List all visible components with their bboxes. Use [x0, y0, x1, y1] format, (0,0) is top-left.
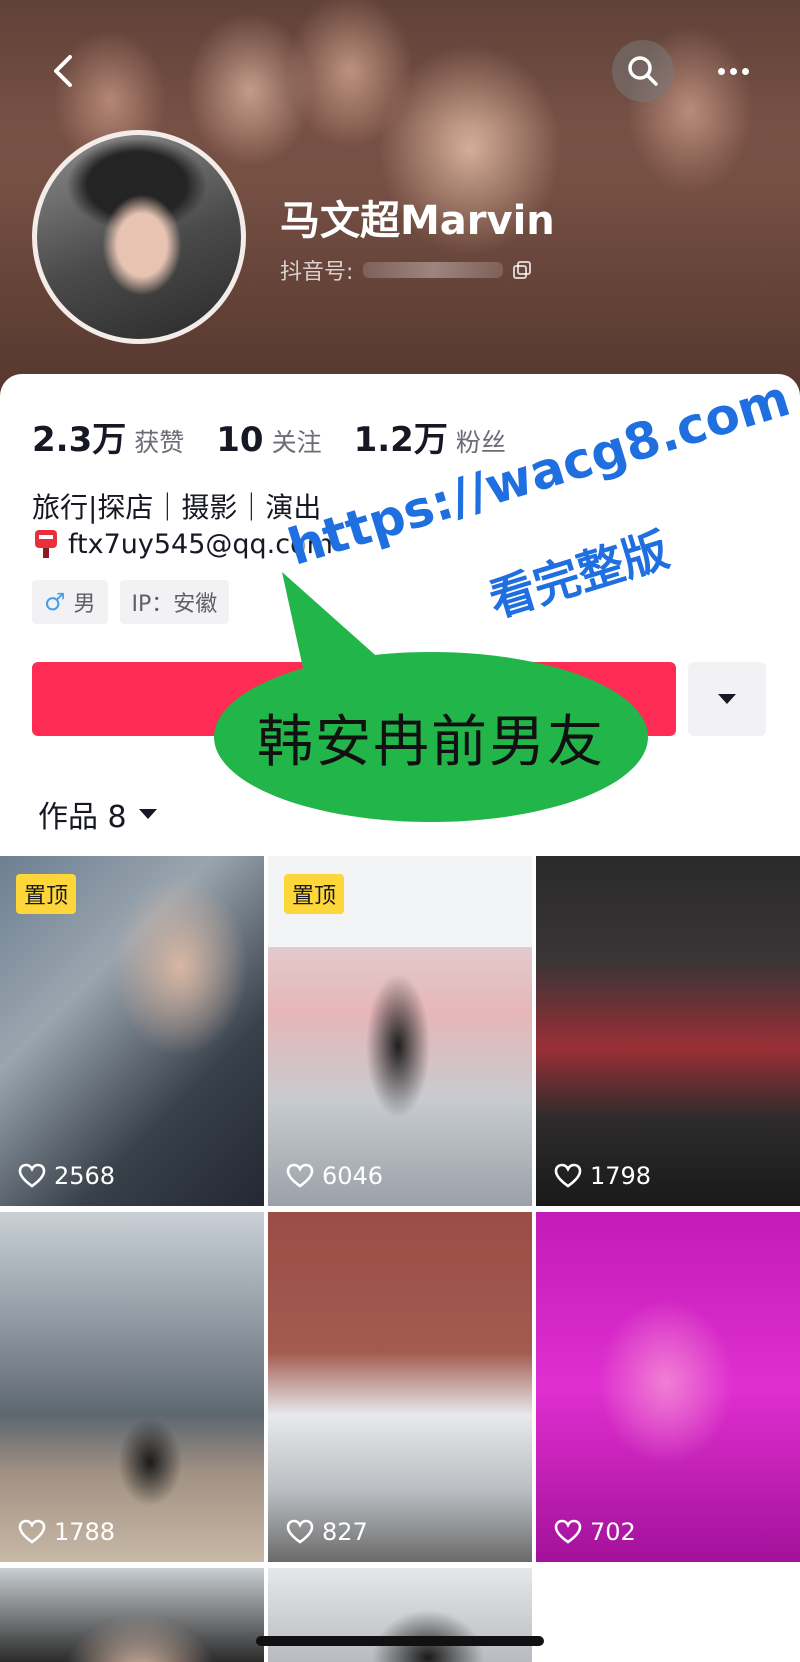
like-count: 6046: [286, 1162, 383, 1190]
like-count: 2568: [18, 1162, 115, 1190]
like-count-value: 702: [590, 1518, 636, 1546]
video-thumbnail[interactable]: 702: [536, 1212, 800, 1562]
like-count-value: 6046: [322, 1162, 384, 1190]
annotation-text: 韩安冉前男友: [257, 709, 605, 775]
like-count: 1788: [18, 1518, 115, 1546]
heart-icon: [554, 1163, 582, 1188]
like-count-value: 1788: [54, 1518, 116, 1546]
video-thumbnail[interactable]: 置顶 2568: [0, 856, 264, 1206]
like-count: 827: [286, 1518, 368, 1546]
video-thumbnail[interactable]: 1798: [536, 856, 800, 1206]
heart-icon: [18, 1519, 46, 1544]
video-thumbnail[interactable]: [0, 1568, 264, 1662]
like-count: 702: [554, 1518, 636, 1546]
heart-icon: [18, 1163, 46, 1188]
video-thumbnail[interactable]: [268, 1568, 532, 1662]
heart-icon: [286, 1519, 314, 1544]
video-thumbnail[interactable]: 置顶 6046: [268, 856, 532, 1206]
like-count-value: 2568: [54, 1162, 116, 1190]
video-thumbnail[interactable]: 1788: [0, 1212, 264, 1562]
like-count: 1798: [554, 1162, 651, 1190]
heart-icon: [554, 1519, 582, 1544]
like-count-value: 827: [322, 1518, 368, 1546]
annotation-bubble: 韩安冉前男友: [214, 652, 648, 822]
video-thumbnail[interactable]: 827: [268, 1212, 532, 1562]
heart-icon: [286, 1163, 314, 1188]
like-count-value: 1798: [590, 1162, 652, 1190]
home-indicator[interactable]: [256, 1636, 544, 1646]
